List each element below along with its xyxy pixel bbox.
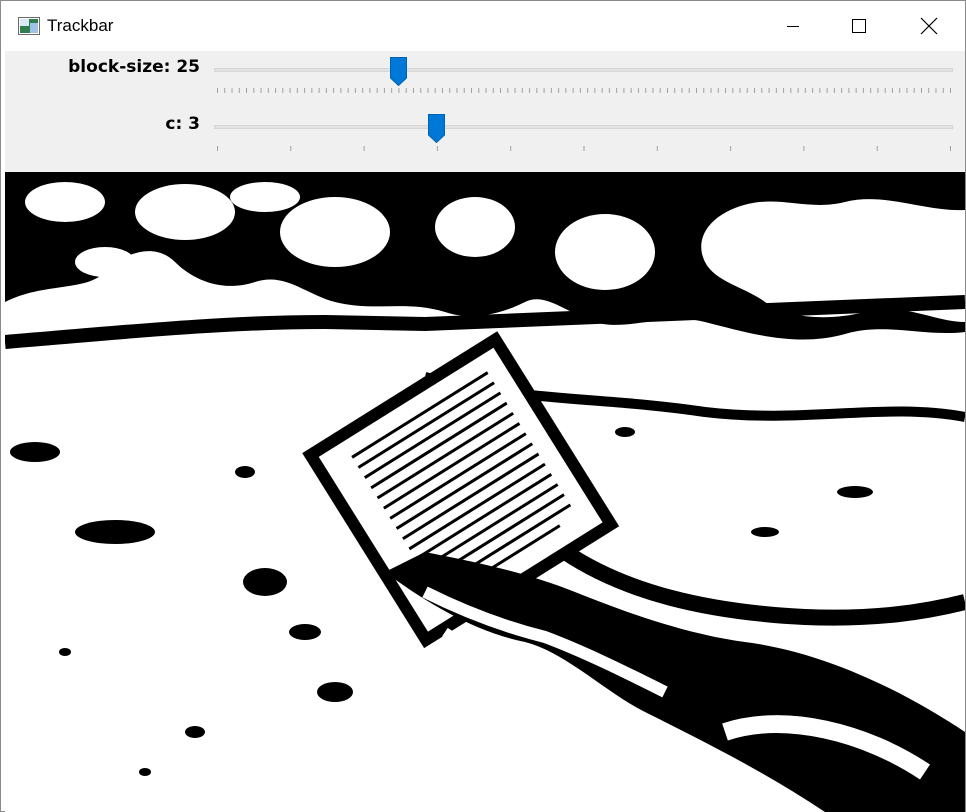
trackbar-window: Trackbar block-size: 25 c: 3: [0, 0, 966, 812]
minimize-icon: [787, 26, 799, 27]
thresholded-image: [5, 172, 965, 812]
block-size-thumb[interactable]: [389, 57, 407, 86]
close-button[interactable]: [894, 1, 964, 51]
maximize-button[interactable]: [824, 1, 894, 51]
c-ticks: [217, 146, 951, 151]
trackbar-panel: block-size: 25 c: 3: [5, 51, 965, 172]
maximize-icon: [852, 19, 866, 33]
block-size-label: block-size: 25: [68, 57, 200, 77]
c-label: c: 3: [165, 114, 200, 134]
adaptive-threshold-image: [5, 172, 965, 812]
window-app-icon: [18, 17, 40, 35]
title-bar[interactable]: Trackbar: [1, 1, 965, 51]
minimize-button[interactable]: [758, 1, 828, 51]
c-track[interactable]: [214, 125, 953, 129]
close-icon: [920, 17, 938, 35]
block-size-track[interactable]: [214, 68, 953, 72]
c-thumb[interactable]: [428, 114, 446, 143]
block-size-ticks: [217, 88, 951, 93]
window-title: Trackbar: [47, 16, 114, 35]
